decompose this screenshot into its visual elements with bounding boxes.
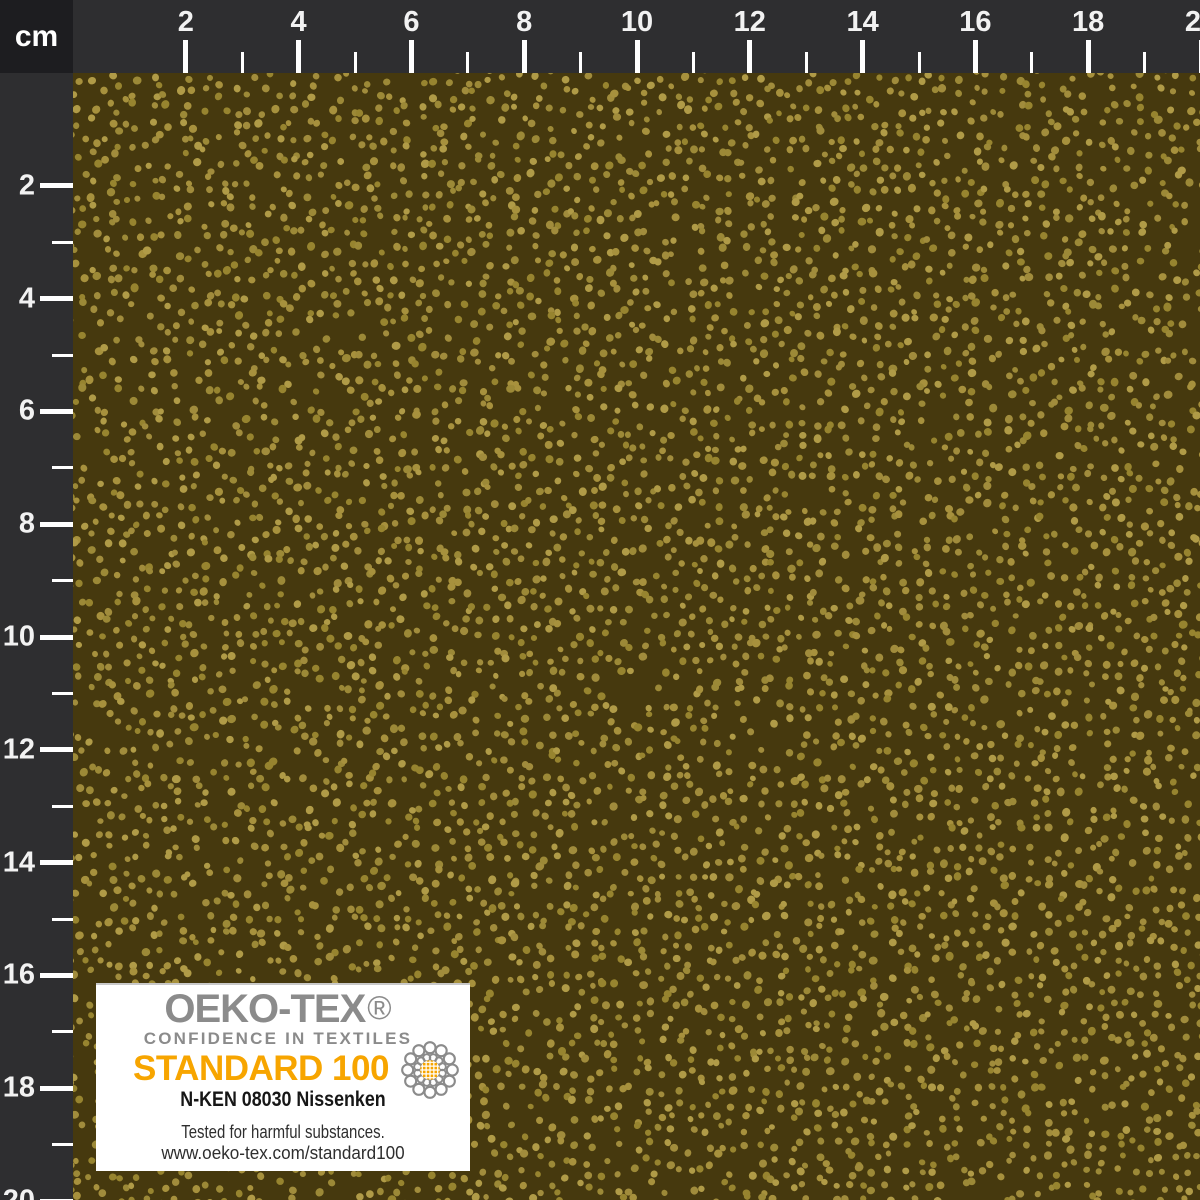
registered-trademark-icon: ® — [367, 989, 392, 1026]
ruler-minor-tick — [579, 52, 583, 73]
ruler-number: 20 — [1184, 6, 1200, 38]
ruler-number: 12 — [2, 733, 35, 766]
ruler-minor-tick — [804, 52, 808, 73]
ruler-number: 2 — [177, 6, 194, 38]
ruler-major-tick — [972, 40, 978, 73]
ruler-minor-tick — [1030, 52, 1034, 73]
ruler-minor-tick — [52, 1030, 73, 1034]
ruler-major-tick — [408, 40, 414, 73]
ruler-minor-tick — [917, 52, 921, 73]
ruler-number: 2 — [18, 169, 35, 202]
ruler-unit-label: cm — [0, 0, 73, 73]
ruler-minor-tick — [52, 579, 73, 583]
ruler-number: 20 — [3, 1186, 35, 1200]
ruler-major-tick — [40, 747, 73, 753]
ruler-number: 18 — [2, 1071, 35, 1104]
ruler-major-tick — [40, 634, 73, 640]
ruler-minor-tick — [52, 466, 73, 470]
ruler-major-tick — [747, 40, 753, 73]
ruler-major-tick — [40, 972, 73, 978]
horizontal-ruler-cm: 2 4 6 8 10 12 14 16 18 20 — [73, 0, 1200, 73]
oeko-tex-url: www.oeko-tex.com/standard100 — [161, 1143, 405, 1163]
ruler-major-tick — [40, 296, 73, 302]
ruler-number: 14 — [846, 6, 879, 38]
ruler-major-tick — [634, 40, 640, 73]
ruler-minor-tick — [240, 52, 244, 73]
oeko-tex-brand: OEKO-TEX® — [96, 989, 460, 1029]
ruler-minor-tick — [1143, 52, 1147, 73]
ruler-minor-tick — [466, 52, 470, 73]
ruler-major-tick — [183, 40, 189, 73]
ruler-minor-tick — [52, 240, 73, 244]
ruler-number: 16 — [2, 958, 35, 991]
oeko-tex-certification-label: OEKO-TEX® CONFIDENCE IN TEXTILES STANDAR… — [96, 983, 470, 1171]
ruler-number: 10 — [2, 620, 35, 653]
ruler-number: 6 — [18, 394, 35, 427]
ruler-major-tick — [40, 860, 73, 866]
ruler-minor-tick — [52, 1143, 73, 1147]
standard-100-title: STANDARD 100 — [133, 1049, 389, 1088]
ruler-number: 10 — [620, 6, 654, 38]
unit-text: cm — [14, 19, 59, 53]
vertical-ruler-cm: 2 4 6 8 10 12 14 16 18 20 — [0, 73, 73, 1200]
ruler-number: 8 — [18, 507, 35, 540]
brand-text: OEKO-TEX — [164, 987, 366, 1031]
ruler-major-tick — [296, 40, 302, 73]
fabric-swatch-viewer: cm 2 4 6 8 10 12 14 16 18 20 2 4 6 8 10 12 14 16 18 20 OEK… — [0, 0, 1200, 1200]
ruler-number: 4 — [18, 282, 35, 315]
ruler-major-tick — [40, 183, 73, 189]
ruler-minor-tick — [52, 353, 73, 357]
ruler-major-tick — [521, 40, 527, 73]
ruler-minor-tick — [52, 917, 73, 921]
ruler-minor-tick — [52, 691, 73, 695]
ruler-minor-tick — [52, 804, 73, 808]
tested-statement: Tested for harmful substances. — [181, 1122, 385, 1142]
ruler-number: 18 — [1072, 6, 1105, 38]
ruler-number: 8 — [516, 6, 533, 38]
ruler-major-tick — [860, 40, 866, 73]
ruler-number: 16 — [959, 6, 992, 38]
ruler-major-tick — [40, 1085, 73, 1091]
oeko-tex-flower-globe-icon — [401, 1041, 459, 1099]
ruler-major-tick — [40, 521, 73, 527]
fabric-swatch: OEKO-TEX® CONFIDENCE IN TEXTILES STANDAR… — [73, 73, 1200, 1200]
ruler-number: 4 — [290, 6, 307, 38]
ruler-number: 12 — [733, 6, 766, 38]
ruler-minor-tick — [353, 52, 357, 73]
ruler-number: 6 — [403, 6, 420, 38]
ruler-minor-tick — [691, 52, 695, 73]
ruler-major-tick — [1085, 40, 1091, 73]
ruler-number: 14 — [2, 846, 35, 879]
ruler-major-tick — [40, 408, 73, 414]
